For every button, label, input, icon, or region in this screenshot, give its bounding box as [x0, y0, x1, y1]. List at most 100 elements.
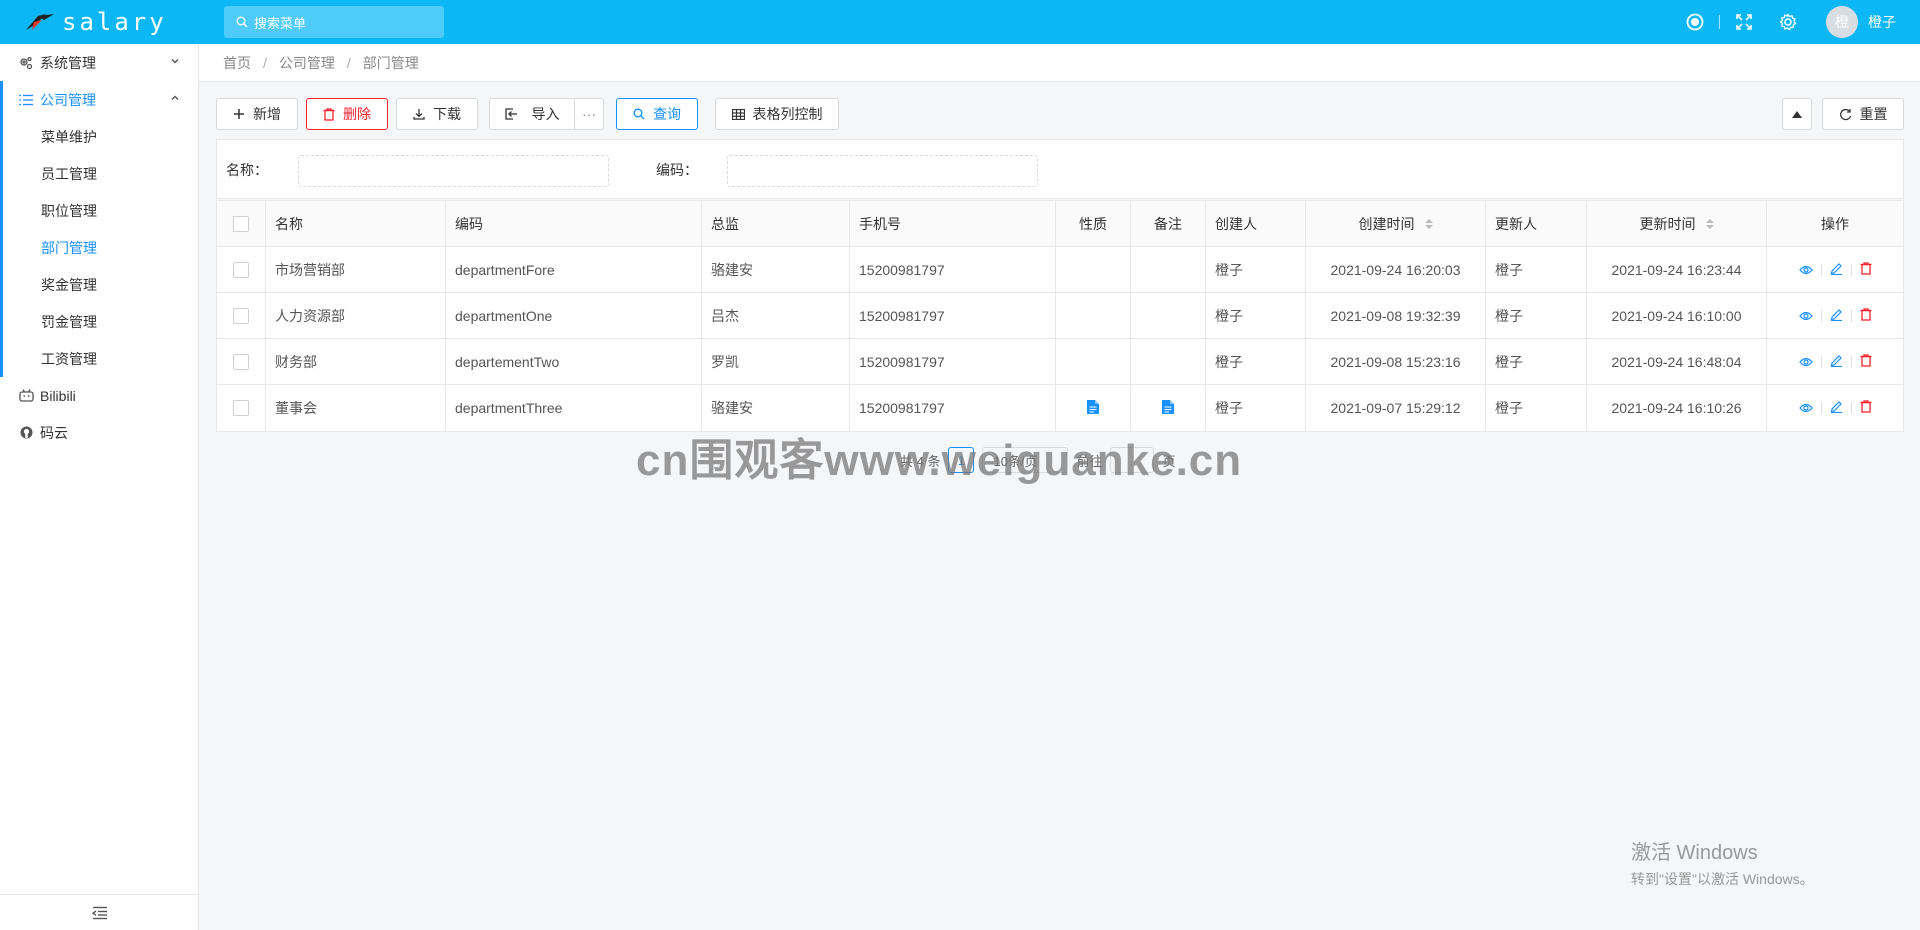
collapse-search-button[interactable] — [1782, 98, 1812, 130]
cell-name: 市场营销部 — [266, 247, 446, 292]
breadcrumb-company[interactable]: 公司管理 — [279, 53, 335, 73]
sidebar-item-fines[interactable]: 罚金管理 — [3, 303, 198, 340]
query-button[interactable]: 查询 — [616, 98, 698, 130]
row-checkbox[interactable] — [233, 353, 249, 370]
record-icon — [1686, 13, 1704, 31]
breadcrumb-separator: / — [346, 54, 351, 71]
edit-icon[interactable] — [1830, 308, 1843, 324]
column-header-label: 创建时间 — [1358, 215, 1415, 232]
department-table: 名称 编码 总监 手机号 性质 备注 创建人 创建时间 更新人 更新时间 操作 … — [216, 200, 1904, 432]
delete-icon[interactable] — [1860, 307, 1872, 324]
edit-icon[interactable] — [1830, 354, 1843, 370]
select-all-checkbox[interactable] — [233, 215, 249, 232]
cell-creator: 橙子 — [1206, 293, 1306, 338]
add-button[interactable]: 新增 — [216, 98, 298, 130]
user-name[interactable]: 橙子 — [1868, 12, 1896, 32]
theme-toggle-button[interactable] — [1673, 0, 1717, 44]
cell-updater: 橙子 — [1486, 385, 1587, 431]
code-input[interactable] — [727, 155, 1038, 187]
delete-icon[interactable] — [1860, 261, 1872, 278]
delete-button-label: 删除 — [343, 106, 371, 122]
trash-icon — [323, 107, 335, 121]
chevron-up-icon — [171, 95, 179, 100]
edit-icon[interactable] — [1830, 262, 1843, 278]
github-icon — [18, 425, 34, 441]
cell-creator: 橙子 — [1206, 339, 1306, 384]
sort-icon[interactable] — [1424, 218, 1433, 229]
divider — [1850, 402, 1852, 414]
top-header: salary 搜索菜单 橙 橙子 — [0, 0, 1920, 44]
import-button-label: 导入 — [531, 106, 560, 122]
view-icon[interactable] — [1798, 308, 1813, 324]
settings-button[interactable] — [1766, 0, 1810, 44]
more-import-button[interactable]: ··· — [574, 98, 604, 130]
header-divider — [1719, 15, 1720, 29]
row-select-cell — [217, 339, 266, 384]
row-select-cell — [217, 247, 266, 292]
divider — [1820, 263, 1822, 276]
column-header-label: 更新时间 — [1639, 215, 1696, 232]
search-form: 名称： 编码： — [216, 139, 1904, 199]
sidebar-group-gitee[interactable]: 码云 — [0, 414, 198, 451]
cell-remark — [1131, 293, 1206, 338]
sidebar-item-employees[interactable]: 员工管理 — [3, 155, 198, 192]
cell-code: departmentFore — [446, 247, 702, 292]
bilibili-icon — [18, 388, 34, 404]
search-placeholder: 搜索菜单 — [254, 15, 307, 31]
reset-button[interactable]: 重置 — [1822, 98, 1904, 130]
sidebar-item-menu-maintenance[interactable]: 菜单维护 — [3, 118, 198, 155]
code-label: 编码： — [656, 162, 698, 178]
menu-search-input[interactable]: 搜索菜单 — [224, 6, 444, 38]
view-icon[interactable] — [1798, 262, 1813, 278]
view-icon[interactable] — [1798, 354, 1813, 370]
breadcrumb-separator: / — [263, 54, 267, 71]
file-icon[interactable] — [1087, 399, 1099, 417]
column-header-phone: 手机号 — [850, 201, 1056, 246]
cell-updater: 橙子 — [1486, 293, 1587, 338]
sidebar-group-bilibili[interactable]: Bilibili — [0, 377, 198, 414]
caret-up-icon — [1792, 110, 1802, 118]
column-control-button[interactable]: 表格列控制 — [715, 98, 839, 130]
divider — [1820, 355, 1822, 368]
sidebar-collapse-button[interactable] — [0, 894, 199, 930]
file-icon[interactable] — [1162, 399, 1174, 417]
name-input[interactable] — [298, 155, 609, 187]
user-avatar[interactable]: 橙 — [1826, 6, 1858, 38]
breadcrumb-home[interactable]: 首页 — [223, 53, 251, 73]
sidebar-group-system[interactable]: 系统管理 — [0, 44, 198, 81]
column-header-updated[interactable]: 更新时间 — [1587, 201, 1767, 246]
table-header-row: 名称 编码 总监 手机号 性质 备注 创建人 创建时间 更新人 更新时间 操作 — [217, 201, 1903, 247]
sort-icon[interactable] — [1705, 218, 1714, 229]
delete-icon[interactable] — [1860, 400, 1872, 416]
view-icon[interactable] — [1798, 400, 1813, 416]
cell-phone: 15200981797 — [850, 247, 1056, 292]
fullscreen-button[interactable] — [1722, 0, 1766, 44]
cell-actions — [1767, 293, 1903, 338]
cell-director: 骆建安 — [702, 247, 850, 292]
chevron-down-icon — [171, 59, 179, 64]
sidebar-item-departments[interactable]: 部门管理 — [3, 229, 198, 266]
sidebar-item-label: 职位管理 — [41, 202, 97, 219]
cell-name: 人力资源部 — [266, 293, 446, 338]
row-checkbox[interactable] — [233, 400, 249, 416]
sidebar-group-company[interactable]: 公司管理 — [3, 81, 198, 118]
import-button[interactable]: 导入 — [489, 98, 575, 130]
reset-button-label: 重置 — [1859, 106, 1888, 122]
sidebar-item-salary[interactable]: 工资管理 — [3, 340, 198, 377]
edit-icon[interactable] — [1830, 400, 1843, 416]
cell-created-time: 2021-09-24 16:20:03 — [1306, 247, 1486, 292]
download-button[interactable]: 下载 — [396, 98, 478, 130]
sidebar-item-label: 菜单维护 — [41, 128, 97, 145]
delete-button[interactable]: 删除 — [306, 98, 388, 130]
app-logo[interactable]: salary — [0, 0, 198, 44]
delete-icon[interactable] — [1860, 353, 1872, 370]
row-checkbox[interactable] — [233, 307, 249, 324]
cell-code: departmentOne — [446, 293, 702, 338]
row-checkbox[interactable] — [233, 261, 249, 278]
windows-activation-notice: 激活 Windows 转到"设置"以激活 Windows。 — [1631, 836, 1814, 889]
refresh-icon — [1839, 108, 1851, 120]
column-header-created[interactable]: 创建时间 — [1306, 201, 1486, 246]
sidebar-item-bonus[interactable]: 奖金管理 — [3, 266, 198, 303]
sidebar-item-positions[interactable]: 职位管理 — [3, 192, 198, 229]
cell-updater: 橙子 — [1486, 247, 1587, 292]
